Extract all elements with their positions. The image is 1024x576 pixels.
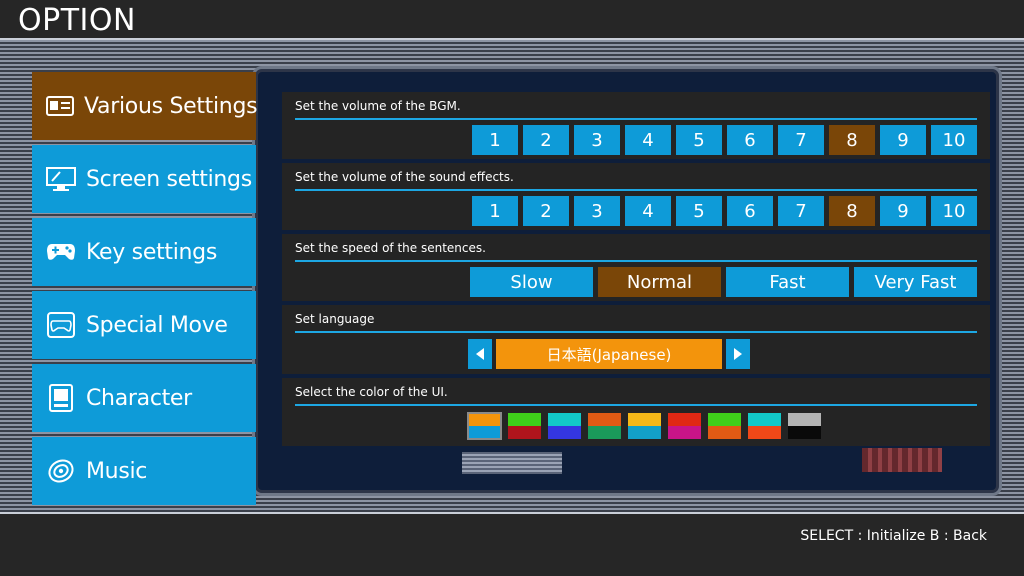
ui-color-swatch[interactable] <box>547 412 582 440</box>
se-volume-option[interactable]: 2 <box>523 196 569 226</box>
swatch-color-band <box>548 413 581 426</box>
ui-color-swatch[interactable] <box>627 412 662 440</box>
ui-color-swatch[interactable] <box>507 412 542 440</box>
screen-title: OPTION <box>18 3 136 38</box>
sidebar-item-music[interactable]: Music <box>32 437 256 505</box>
se-volume-option[interactable]: 10 <box>931 196 977 226</box>
background-deco <box>462 452 562 474</box>
ui-color-swatch[interactable] <box>667 412 702 440</box>
swatch-color-band <box>588 413 621 426</box>
character-icon <box>46 383 76 413</box>
ui-color-swatch[interactable] <box>587 412 622 440</box>
background-deco <box>862 448 942 472</box>
sidebar-item-various-settings[interactable]: Various Settings <box>32 72 258 140</box>
bgm-volume-option-selected[interactable]: 8 <box>829 125 875 155</box>
sound-effects-volume-section: Set the volume of the sound effects. 1 2… <box>282 163 990 230</box>
sidebar-item-label: Screen settings <box>86 166 252 192</box>
swatch-color-band <box>748 413 781 426</box>
se-volume-options: 1 2 3 4 5 6 7 8 9 10 <box>295 191 977 230</box>
language-section: Set language 日本語(Japanese) <box>282 305 990 374</box>
top-bar: OPTION <box>0 0 1024 38</box>
swatch-color-band <box>508 426 541 439</box>
swatch-color-band <box>668 413 701 426</box>
section-title: Select the color of the UI. <box>295 385 448 399</box>
arrow-left-icon <box>476 348 484 360</box>
ui-color-section: Select the color of the UI. <box>282 378 990 446</box>
sidebar-item-label: Character <box>86 385 192 411</box>
sidebar-item-label: Various Settings <box>84 93 258 119</box>
se-volume-option[interactable]: 5 <box>676 196 722 226</box>
swatch-color-band <box>708 426 741 439</box>
swatch-color-band <box>788 413 821 426</box>
se-volume-option-selected[interactable]: 8 <box>829 196 875 226</box>
swatch-color-band <box>708 413 741 426</box>
swatch-color-band <box>469 414 500 426</box>
swatch-color-band <box>628 426 661 439</box>
sidebar: Various Settings Screen settings Key set… <box>32 72 258 510</box>
bgm-volume-option[interactable]: 2 <box>523 125 569 155</box>
se-volume-option[interactable]: 1 <box>472 196 518 226</box>
swatch-color-band <box>548 426 581 439</box>
swatch-color-band <box>668 426 701 439</box>
bgm-volume-option[interactable]: 1 <box>472 125 518 155</box>
special-move-icon <box>46 310 76 340</box>
speed-option-slow[interactable]: Slow <box>470 267 593 297</box>
section-title: Set the speed of the sentences. <box>295 241 486 255</box>
disc-icon <box>46 456 76 486</box>
se-volume-option[interactable]: 7 <box>778 196 824 226</box>
language-prev-button[interactable] <box>468 339 492 369</box>
bgm-volume-option[interactable]: 7 <box>778 125 824 155</box>
sidebar-item-character[interactable]: Character <box>32 364 256 432</box>
se-volume-option[interactable]: 3 <box>574 196 620 226</box>
arrow-right-icon <box>734 348 742 360</box>
ui-color-swatch[interactable] <box>707 412 742 440</box>
bgm-volume-option[interactable]: 9 <box>880 125 926 155</box>
sidebar-item-key-settings[interactable]: Key settings <box>32 218 256 286</box>
section-title: Set language <box>295 312 375 326</box>
monitor-icon <box>46 164 76 194</box>
se-volume-option[interactable]: 4 <box>625 196 671 226</box>
ui-color-swatch[interactable] <box>747 412 782 440</box>
id-card-icon <box>46 91 74 121</box>
bgm-volume-option[interactable]: 4 <box>625 125 671 155</box>
se-volume-option[interactable]: 9 <box>880 196 926 226</box>
ui-color-swatches <box>295 406 977 446</box>
control-hint: SELECT : Initialize B : Back <box>800 528 987 544</box>
section-title: Set the volume of the BGM. <box>295 99 461 113</box>
text-speed-options: Slow Normal Fast Very Fast <box>295 262 977 301</box>
speed-option-fast[interactable]: Fast <box>726 267 849 297</box>
bgm-volume-option[interactable]: 3 <box>574 125 620 155</box>
swatch-color-band <box>508 413 541 426</box>
gamepad-icon <box>46 237 76 267</box>
bgm-volume-option[interactable]: 5 <box>676 125 722 155</box>
sidebar-item-label: Special Move <box>86 312 228 338</box>
swatch-color-band <box>628 413 661 426</box>
sidebar-item-screen-settings[interactable]: Screen settings <box>32 145 256 213</box>
section-title: Set the volume of the sound effects. <box>295 170 514 184</box>
language-next-button[interactable] <box>726 339 750 369</box>
text-speed-section: Set the speed of the sentences. Slow Nor… <box>282 234 990 301</box>
speed-option-normal[interactable]: Normal <box>598 267 721 297</box>
se-volume-option[interactable]: 6 <box>727 196 773 226</box>
language-value: 日本語(Japanese) <box>496 339 722 369</box>
bgm-volume-section: Set the volume of the BGM. 1 2 3 4 5 6 7… <box>282 92 990 159</box>
swatch-color-band <box>788 426 821 439</box>
language-selector: 日本語(Japanese) <box>295 333 977 374</box>
settings-panel: Set the volume of the BGM. 1 2 3 4 5 6 7… <box>282 92 990 450</box>
footer: SELECT : Initialize B : Back <box>0 514 1024 576</box>
bgm-volume-options: 1 2 3 4 5 6 7 8 9 10 <box>295 120 977 159</box>
bgm-volume-option[interactable]: 6 <box>727 125 773 155</box>
ui-color-swatch-selected[interactable] <box>467 412 502 440</box>
swatch-color-band <box>588 426 621 439</box>
sidebar-item-special-move[interactable]: Special Move <box>32 291 256 359</box>
sidebar-item-label: Key settings <box>86 239 218 265</box>
swatch-color-band <box>469 426 500 438</box>
speed-option-very-fast[interactable]: Very Fast <box>854 267 977 297</box>
ui-color-swatch[interactable] <box>787 412 822 440</box>
swatch-color-band <box>748 426 781 439</box>
bgm-volume-option[interactable]: 10 <box>931 125 977 155</box>
sidebar-item-label: Music <box>86 458 148 484</box>
